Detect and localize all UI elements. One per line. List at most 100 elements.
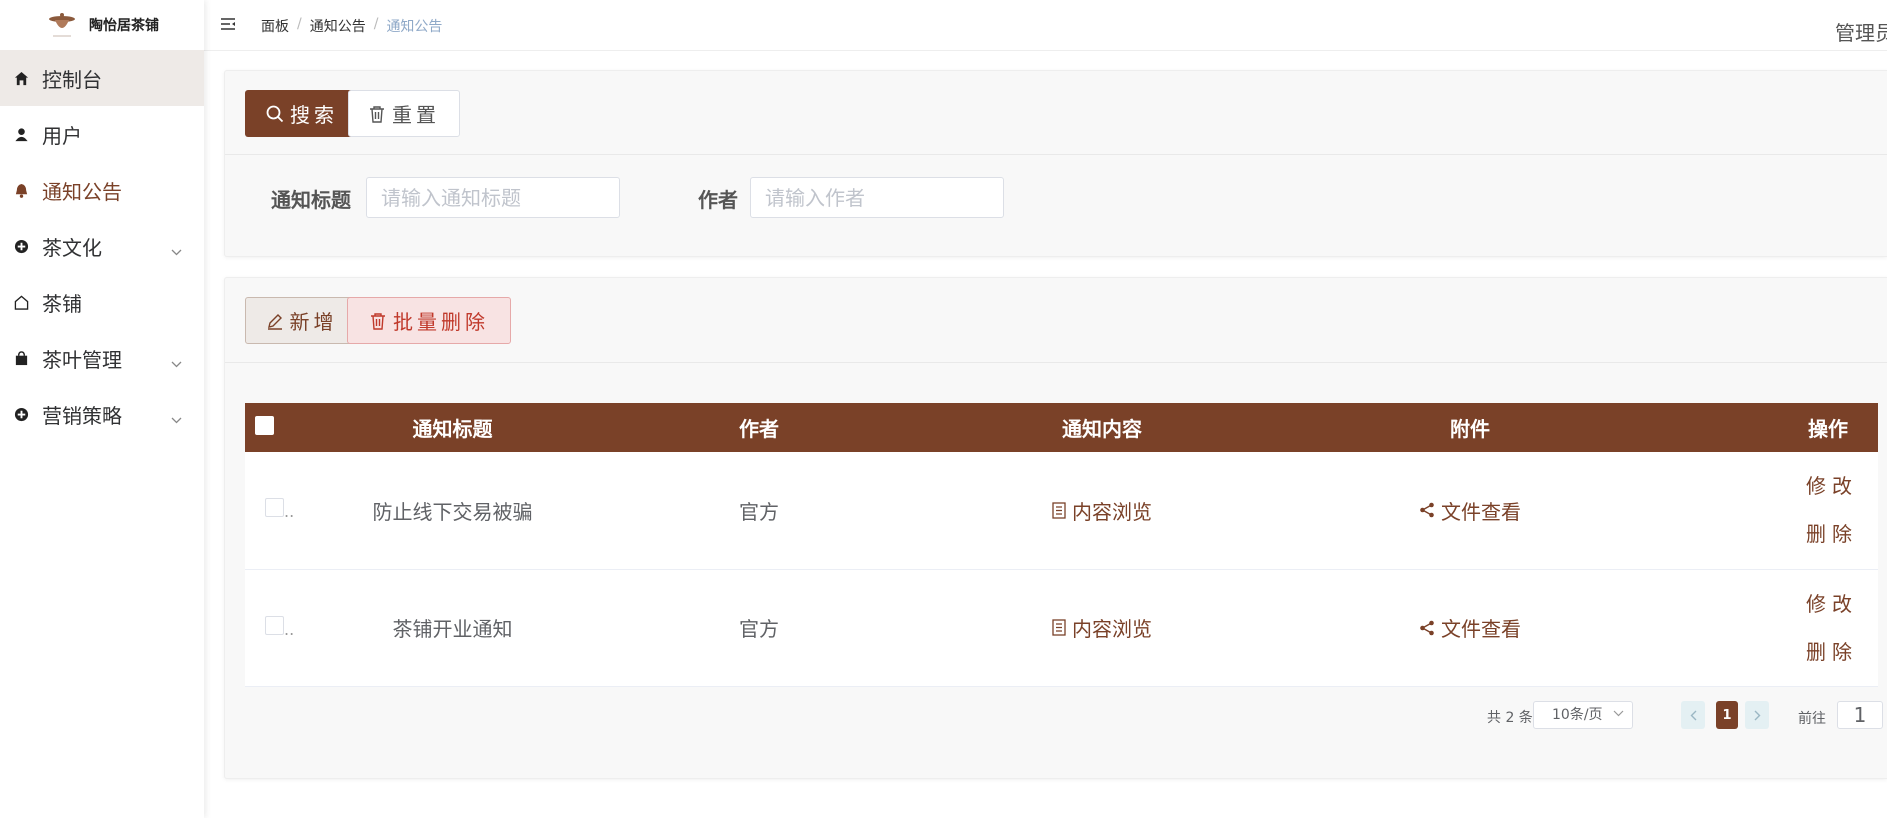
menu-toggle-icon[interactable] [220,16,236,35]
breadcrumb-current: 通知公告 [386,19,443,35]
user-menu[interactable]: 管理员 [1835,17,1887,46]
title-search-input[interactable] [366,177,620,218]
breadcrumb: 面板 / 通知公告 / 通知公告 [261,16,442,36]
app-logo: 陶怡居茶铺 [0,0,204,50]
sidebar-item-tea-management[interactable]: 茶叶管理 [0,330,204,386]
sidebar-item-users[interactable]: 用户 [0,106,204,162]
view-file-button[interactable]: 文件查看 [1419,613,1521,642]
actions-cell: 修改 删除 [1654,569,1878,686]
document-icon [1052,502,1066,519]
delete-button[interactable]: 删除 [1654,628,1858,676]
table-header-row: 通知标题 作者 通知内容 附件 操作 [245,403,1878,452]
ellipsis: .. [284,502,295,522]
sidebar-item-marketing[interactable]: 营销策略 [0,386,204,442]
sidebar-item-label: 通知公告 [42,179,122,204]
breadcrumb-item[interactable]: 通知公告 [310,16,366,36]
page-size-select[interactable]: 10条/页 [1533,701,1633,729]
view-content-button[interactable]: 内容浏览 [1052,613,1152,642]
select-all-checkbox[interactable] [255,415,274,435]
circle-plus-icon [12,237,30,255]
chevron-right-icon [1754,710,1760,720]
ellipsis: .. [284,619,295,639]
content-cell: 内容浏览 [918,452,1286,569]
sidebar-item-label: 茶文化 [42,235,102,260]
sidebar-item-label: 茶叶管理 [42,347,122,372]
bell-icon [12,181,30,199]
batch-delete-button-label: 批量删除 [393,310,489,334]
trash-icon [371,312,385,330]
page-size-value: 10条/页 [1552,707,1603,723]
goto-page-input[interactable]: 1 [1837,701,1883,729]
top-header: 面板 / 通知公告 / 通知公告 管理员 [204,0,1887,51]
author-cell: 官方 [739,617,779,641]
prev-page-button[interactable] [1681,701,1705,729]
row-checkbox[interactable] [265,615,284,635]
add-button-label: 新增 [289,310,338,334]
table-row: .. 茶铺开业通知 官方 内容浏览 文件查看 修改 删除 [245,569,1878,686]
circle-plus-icon [12,405,30,423]
column-header: 作者 [739,417,779,441]
column-header: 操作 [1808,417,1848,441]
divider [225,362,1887,363]
home-icon [12,69,30,87]
sidebar: 陶怡居茶铺 控制台 用户 通知公告 茶文化 茶铺 茶叶管理 营销策略 [0,0,204,818]
edit-button[interactable]: 修改 [1654,462,1858,510]
sidebar-item-tea-culture[interactable]: 茶文化 [0,218,204,274]
view-file-button[interactable]: 文件查看 [1419,496,1521,525]
chevron-down-icon [171,405,182,429]
search-button[interactable]: 搜索 [245,90,359,137]
trash-icon [370,105,384,123]
pagination: 共 2 条 10条/页 1 前往 1 页 [225,701,1887,731]
search-button-label: 搜索 [290,103,338,127]
search-icon [266,105,284,122]
author-cell: 官方 [739,499,779,524]
row-checkbox[interactable] [265,498,284,518]
teapot-logo-icon [45,10,79,40]
sidebar-item-label: 控制台 [42,67,102,92]
divider [225,154,1887,155]
title-field-label: 通知标题 [271,188,351,212]
delete-button[interactable]: 删除 [1654,510,1858,558]
user-icon [12,125,30,143]
main-content: 搜索 重置 通知标题 作者 新增 批量删除 [204,51,1887,818]
page-number-current[interactable]: 1 [1716,701,1738,729]
breadcrumb-item[interactable]: 面板 [261,16,289,36]
file-cell: 文件查看 [1286,452,1654,569]
breadcrumb-separator: / [297,16,302,32]
pagination-total: 共 2 条 [1487,710,1533,726]
title-cell: 茶铺开业通知 [392,617,513,641]
house-outline-icon [12,293,30,311]
row-select-cell: .. [245,452,305,569]
column-header: 通知内容 [1062,417,1142,441]
document-icon [1052,619,1066,636]
batch-delete-button[interactable]: 批量删除 [347,297,511,344]
sidebar-item-notices[interactable]: 通知公告 [0,162,204,218]
view-file-label: 文件查看 [1441,499,1521,524]
next-page-button[interactable] [1745,701,1769,729]
add-button[interactable]: 新增 [245,297,358,344]
sidebar-item-dashboard[interactable]: 控制台 [0,50,204,106]
column-header: 附件 [1450,417,1490,441]
author-search-input[interactable] [750,177,1004,218]
search-panel: 搜索 重置 通知标题 作者 [224,70,1887,257]
reset-button-label: 重置 [392,103,440,127]
column-header: 通知标题 [412,417,493,441]
shopping-bag-icon [12,349,30,367]
chevron-left-icon [1690,710,1696,720]
sidebar-item-label: 茶铺 [42,291,82,316]
sidebar-item-label: 营销策略 [42,403,122,428]
view-content-button[interactable]: 内容浏览 [1052,496,1152,525]
author-field-label: 作者 [698,188,738,212]
view-file-label: 文件查看 [1441,617,1521,641]
edit-button[interactable]: 修改 [1654,580,1858,628]
select-all-header [245,403,305,452]
reset-button[interactable]: 重置 [348,90,460,137]
chevron-down-icon [171,349,182,373]
title-cell: 防止线下交易被骗 [372,499,533,524]
sidebar-item-tea-shop[interactable]: 茶铺 [0,274,204,330]
actions-cell: 修改 删除 [1654,452,1878,569]
file-cell: 文件查看 [1286,569,1654,686]
sidebar-item-label: 用户 [42,123,82,148]
row-select-cell: .. [245,569,305,686]
chevron-down-icon [1613,710,1624,717]
